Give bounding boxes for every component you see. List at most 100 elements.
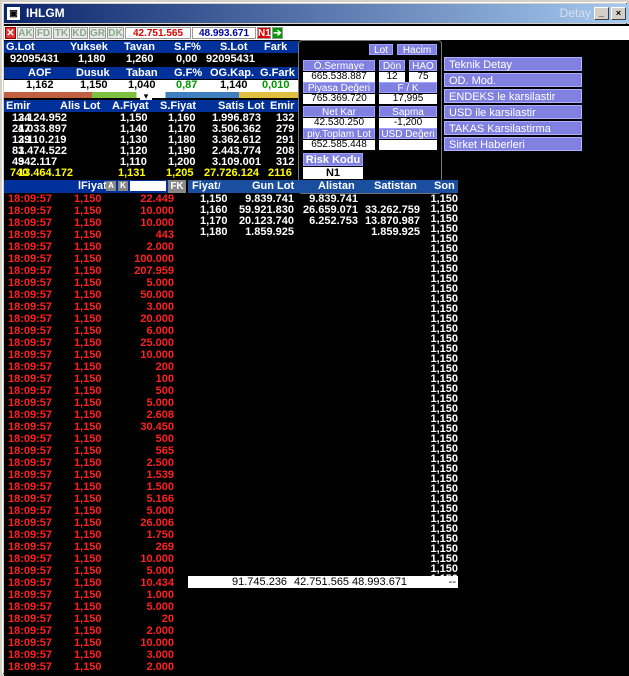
trade-row[interactable]: 18:09:57 1,150 200 — [4, 362, 184, 373]
trade-time: 18:09:57 — [8, 409, 53, 421]
menu-item[interactable]: OD. Mod. — [444, 73, 582, 87]
trade-row[interactable]: 18:09:57 1,150 50.000 — [4, 290, 184, 301]
trade-price: 1,150 — [74, 385, 102, 397]
filter-input[interactable] — [130, 181, 166, 191]
trade-row[interactable]: 18:09:57 1,150 1.539 — [4, 470, 184, 481]
netkar-value: 42.530.250 — [303, 118, 375, 128]
tab-fd[interactable]: FD — [35, 27, 52, 39]
dist-satistan: 1.859.925 — [371, 226, 420, 238]
trade-row[interactable]: 18:09:57 1,150 10.000 — [4, 554, 184, 565]
trade-lot: 269 — [155, 541, 174, 553]
val-tavan: 1,260 — [126, 53, 154, 65]
trade-row[interactable]: 18:09:57 1,150 100 — [4, 374, 184, 385]
sort-a-button[interactable]: A — [106, 181, 116, 191]
arrow-right-icon[interactable]: ➔ — [272, 27, 283, 39]
title-bar[interactable]: ▣ IHLGM Detay _ × — [4, 4, 629, 23]
trade-row[interactable]: 18:09:57 1,150 443 — [4, 230, 184, 241]
trade-time: 18:09:57 — [8, 397, 53, 409]
trade-lot: 22.449 — [140, 193, 174, 205]
sort-k-button[interactable]: K — [118, 181, 128, 191]
trade-lot: 3.000 — [146, 649, 174, 661]
tab-dk[interactable]: DK — [107, 27, 124, 39]
lot-button[interactable]: Lot — [369, 44, 393, 56]
trade-time: 18:09:57 — [8, 433, 53, 445]
trade-time: 18:09:57 — [8, 649, 53, 661]
trade-price: 1,150 — [74, 205, 102, 217]
trade-row[interactable]: 18:09:57 1,150 2.500 — [4, 458, 184, 469]
trade-row[interactable]: 18:09:57 1,150 5.000 — [4, 506, 184, 517]
trade-row[interactable]: 18:09:57 1,150 5.000 — [4, 278, 184, 289]
trade-time: 18:09:57 — [8, 229, 53, 241]
trade-row[interactable]: 18:09:57 1,150 1.750 — [4, 530, 184, 541]
trade-row[interactable]: 18:09:57 1,150 5.000 — [4, 398, 184, 409]
trade-time: 18:09:57 — [8, 277, 53, 289]
trade-price: 1,150 — [74, 565, 102, 577]
trade-row[interactable]: 18:09:57 1,150 30.450 — [4, 422, 184, 433]
trade-row[interactable]: 18:09:57 1,150 26.006 — [4, 518, 184, 529]
trade-row[interactable]: 18:09:57 1,150 2.000 — [4, 662, 184, 673]
trade-row[interactable]: 18:09:57 1,150 500 — [4, 386, 184, 397]
hdr-glot: G.Lot — [6, 41, 35, 53]
trade-row[interactable]: 18:09:57 1,150 10.434 — [4, 578, 184, 589]
dist-row[interactable]: 1,180 1.859.925 1.859.925 — [188, 227, 424, 238]
trade-row[interactable]: 18:09:57 1,150 207.959 — [4, 266, 184, 277]
trade-row[interactable]: 18:09:57 1,150 22.449 — [4, 194, 184, 205]
dist-total-row: 91.745.236 42.751.565 48.993.671 -- — [188, 576, 458, 588]
close-panel-icon[interactable]: ✕ — [5, 27, 16, 39]
minimize-icon[interactable]: _ — [594, 7, 609, 20]
trade-row[interactable]: 18:09:57 1,150 5.000 — [4, 566, 184, 577]
fk-button[interactable]: FK — [168, 180, 186, 193]
trade-time: 18:09:57 — [8, 469, 53, 481]
trade-row[interactable]: 18:09:57 1,150 2.608 — [4, 410, 184, 421]
trade-row[interactable]: 18:09:57 1,150 2.000 — [4, 242, 184, 253]
tab-gr[interactable]: GR — [89, 27, 106, 39]
trade-time: 18:09:57 — [8, 529, 53, 541]
hacim-button[interactable]: Hacim — [397, 44, 437, 56]
trade-time: 18:09:57 — [8, 445, 53, 457]
hdr-son: Son — [434, 180, 455, 192]
menu-item[interactable]: ENDEKS le karsilastir — [444, 89, 582, 103]
trade-time: 18:09:57 — [8, 601, 53, 613]
tab-tk[interactable]: TK — [53, 27, 70, 39]
close-icon[interactable]: × — [611, 7, 626, 20]
trade-row[interactable]: 18:09:57 1,150 25.000 — [4, 338, 184, 349]
trade-price: 1,150 — [74, 217, 102, 229]
trade-row[interactable]: 18:09:57 1,150 20 — [4, 614, 184, 625]
sort-asc-icon[interactable]: / — [218, 180, 221, 193]
trade-row[interactable]: 18:09:57 1,150 269 — [4, 542, 184, 553]
don-label: Dön — [379, 60, 405, 72]
risk-n1: N1 — [257, 27, 271, 39]
trade-row[interactable]: 18:09:57 1,150 500 — [4, 434, 184, 445]
trade-row[interactable]: 18:09:57 1,150 5.166 — [4, 494, 184, 505]
trade-row[interactable]: 18:09:57 1,150 3.000 — [4, 650, 184, 661]
expand-arrow-icon[interactable]: ▾ — [140, 92, 152, 101]
trade-row[interactable]: 18:09:57 1,150 3.000 — [4, 302, 184, 313]
trade-row[interactable]: 18:09:57 1,150 10.000 — [4, 638, 184, 649]
menu-item[interactable]: TAKAS Karsilastirma — [444, 121, 582, 135]
info-panel: Lot Hacim Ö.Sermaye 665.538.887 Dön 12 H… — [298, 40, 442, 194]
trade-time: 18:09:57 — [8, 193, 53, 205]
menu-item[interactable]: USD ile karsilastir — [444, 105, 582, 119]
tab-ak[interactable]: AK — [17, 27, 34, 39]
trade-lot: 25.000 — [140, 337, 174, 349]
menu-item[interactable]: Teknik Detay — [444, 57, 582, 71]
trade-row[interactable]: 18:09:57 1,150 20.000 — [4, 314, 184, 325]
trade-row[interactable]: 18:09:57 1,150 10.000 — [4, 350, 184, 361]
menu-item[interactable]: Sirket Haberleri — [444, 137, 582, 151]
trade-row[interactable]: 18:09:57 1,150 5.000 — [4, 602, 184, 613]
trade-row[interactable]: 18:09:57 1,150 565 — [4, 446, 184, 457]
trade-row[interactable]: 18:09:57 1,150 1.500 — [4, 482, 184, 493]
hdr-aof: AOF — [28, 67, 52, 79]
hdr-gfark: G.Fark — [260, 67, 295, 79]
trade-row[interactable]: 18:09:57 1,150 10.000 — [4, 218, 184, 229]
hdr-taban: Taban — [126, 67, 158, 79]
trade-row[interactable]: 18:09:57 1,150 10.000 — [4, 206, 184, 217]
trade-time: 18:09:57 — [8, 241, 53, 253]
trade-row[interactable]: 18:09:57 1,150 100.000 — [4, 254, 184, 265]
netkar-label: Net Kar — [303, 106, 375, 118]
trade-row[interactable]: 18:09:57 1,150 6.000 — [4, 326, 184, 337]
depth-total-cell: 27.726.124 — [204, 167, 260, 179]
tab-kd[interactable]: KD — [71, 27, 88, 39]
trade-row[interactable]: 18:09:57 1,150 2.000 — [4, 626, 184, 637]
trade-row[interactable]: 18:09:57 1,150 1.000 — [4, 590, 184, 601]
